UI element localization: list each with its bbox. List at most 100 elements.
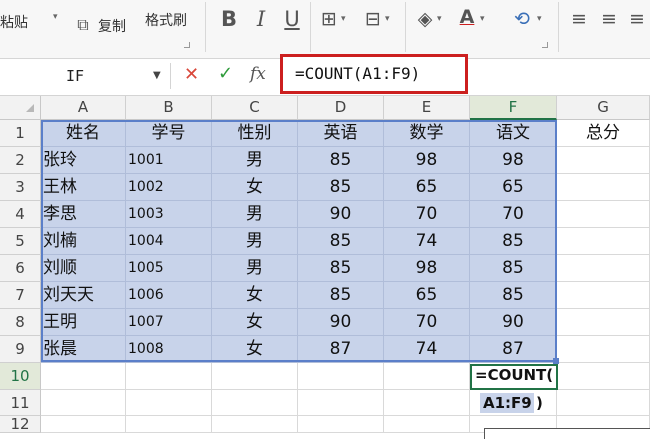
cell-b10[interactable] [126,363,212,390]
cell-d9[interactable]: 87 [298,336,384,363]
cell-d12[interactable] [298,416,384,433]
cancel-icon[interactable]: ✕ [184,64,199,85]
cell-b2[interactable]: 1001 [126,147,212,174]
cell-e2[interactable]: 98 [384,147,470,174]
cell-a4[interactable]: 李思 [41,201,126,228]
cell-a3[interactable]: 王林 [41,174,126,201]
text-effects-icon[interactable]: ⟲ [510,8,534,30]
paste-dropdown-icon[interactable]: ▾ [53,12,58,22]
cell-d2[interactable]: 85 [298,147,384,174]
cell-d1[interactable]: 英语 [298,120,384,147]
row-header-2[interactable]: 2 [0,147,41,174]
paste-button[interactable]: 粘贴 [0,12,28,32]
column-header-e[interactable]: E [384,96,470,120]
text-effects-dropdown-icon[interactable]: ▾ [537,14,542,24]
cell-f8[interactable]: 90 [470,309,557,336]
cell-g4[interactable] [557,201,650,228]
cell-a5[interactable]: 刘楠 [41,228,126,255]
cell-c8[interactable]: 女 [212,309,298,336]
row-header-3[interactable]: 3 [0,174,41,201]
row-header-12[interactable]: 12 [0,416,41,433]
cell-d7[interactable]: 85 [298,282,384,309]
italic-icon[interactable]: I [250,8,272,30]
cell-g1[interactable]: 总分 [557,120,650,147]
cell-d5[interactable]: 85 [298,228,384,255]
cell-f6[interactable]: 85 [470,255,557,282]
row-header-4[interactable]: 4 [0,201,41,228]
align-center-icon[interactable]: ≡ [598,8,620,30]
cell-g3[interactable] [557,174,650,201]
cell-b11[interactable] [126,390,212,416]
copy-icon[interactable]: ⧉ [72,14,94,36]
cell-e6[interactable]: 98 [384,255,470,282]
row-header-7[interactable]: 7 [0,282,41,309]
cell-d11[interactable] [298,390,384,416]
cell-a9[interactable]: 张晨 [41,336,126,363]
cell-b9[interactable]: 1008 [126,336,212,363]
cell-c9[interactable]: 女 [212,336,298,363]
cell-e4[interactable]: 70 [384,201,470,228]
row-header-5[interactable]: 5 [0,228,41,255]
cell-f5[interactable]: 85 [470,228,557,255]
cell-d10[interactable] [298,363,384,390]
fill-color-icon[interactable]: ◈ [414,8,436,30]
merge-dropdown-icon[interactable]: ▾ [385,14,390,24]
cell-c3[interactable]: 女 [212,174,298,201]
cell-g7[interactable] [557,282,650,309]
cell-g9[interactable] [557,336,650,363]
cell-c5[interactable]: 男 [212,228,298,255]
cell-a10[interactable] [41,363,126,390]
cell-d3[interactable]: 85 [298,174,384,201]
cell-e7[interactable]: 65 [384,282,470,309]
cell-b8[interactable]: 1007 [126,309,212,336]
cell-c4[interactable]: 男 [212,201,298,228]
cell-f4[interactable]: 70 [470,201,557,228]
formula-input[interactable]: =COUNT(A1:F9) [280,54,468,94]
row-header-10[interactable]: 10 [0,363,41,390]
cell-g11[interactable] [557,390,650,416]
cell-f2[interactable]: 98 [470,147,557,174]
column-header-d[interactable]: D [298,96,384,120]
cell-c11[interactable] [212,390,298,416]
enter-check-icon[interactable]: ✓ [218,63,233,84]
cell-d4[interactable]: 90 [298,201,384,228]
cell-c10[interactable] [212,363,298,390]
column-header-b[interactable]: B [126,96,212,120]
merge-cells-icon[interactable]: ⊟ [362,8,384,30]
cell-g2[interactable] [557,147,650,174]
row-header-9[interactable]: 9 [0,336,41,363]
font-color-dropdown-icon[interactable]: ▾ [480,14,485,24]
cell-e3[interactable]: 65 [384,174,470,201]
cell-f3[interactable]: 65 [470,174,557,201]
cell-b1[interactable]: 学号 [126,120,212,147]
column-header-a[interactable]: A [41,96,126,120]
cell-c7[interactable]: 女 [212,282,298,309]
format-painter-button[interactable]: 格式刷 [145,10,187,30]
column-header-c[interactable]: C [212,96,298,120]
cell-e11[interactable] [384,390,470,416]
cell-b5[interactable]: 1004 [126,228,212,255]
name-box[interactable]: IF ▼ [0,63,171,89]
cell-g6[interactable] [557,255,650,282]
cell-d6[interactable]: 85 [298,255,384,282]
borders-dropdown-icon[interactable]: ▾ [341,14,346,24]
cell-e9[interactable]: 74 [384,336,470,363]
clipboard-launcher-icon[interactable] [184,42,190,48]
cell-e1[interactable]: 数学 [384,120,470,147]
cell-d8[interactable]: 90 [298,309,384,336]
fill-color-dropdown-icon[interactable]: ▾ [437,14,442,24]
cell-f1[interactable]: 语文 [470,120,557,147]
cell-c2[interactable]: 男 [212,147,298,174]
cell-a11[interactable] [41,390,126,416]
cell-a12[interactable] [41,416,126,433]
cell-b3[interactable]: 1002 [126,174,212,201]
borders-icon[interactable]: ⊞ [318,8,340,30]
align-right-icon[interactable]: ≡ [626,8,648,30]
cell-a7[interactable]: 刘天天 [41,282,126,309]
copy-button[interactable]: 复制 [98,16,126,36]
cell-a6[interactable]: 刘顺 [41,255,126,282]
cell-e5[interactable]: 74 [384,228,470,255]
bold-icon[interactable]: B [218,8,240,30]
cell-a8[interactable]: 王明 [41,309,126,336]
cell-a2[interactable]: 张玲 [41,147,126,174]
